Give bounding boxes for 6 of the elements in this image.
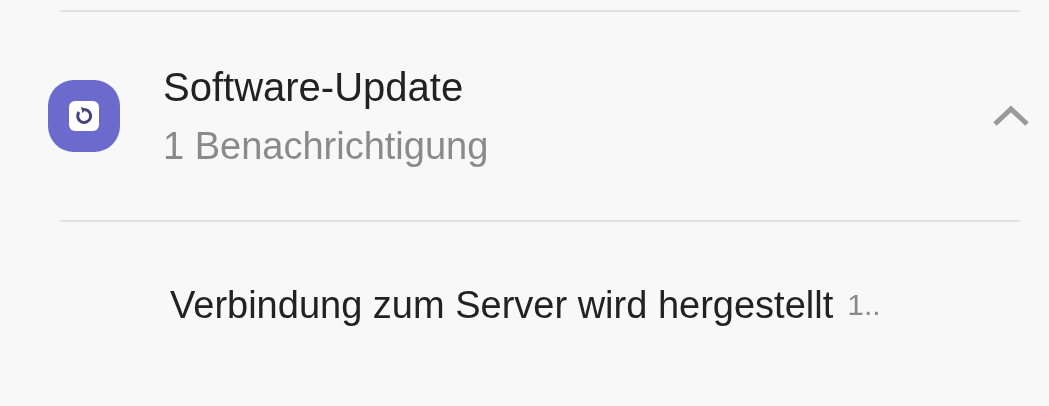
notification-message: Verbindung zum Server wird hergestellt [170, 283, 834, 328]
app-name: Software-Update [163, 64, 465, 110]
notification-count: 1 Benachrichtigung [163, 124, 490, 168]
chevron-icon [992, 105, 1030, 127]
notification-time: 1.. [847, 287, 881, 323]
app-icon [48, 80, 120, 152]
